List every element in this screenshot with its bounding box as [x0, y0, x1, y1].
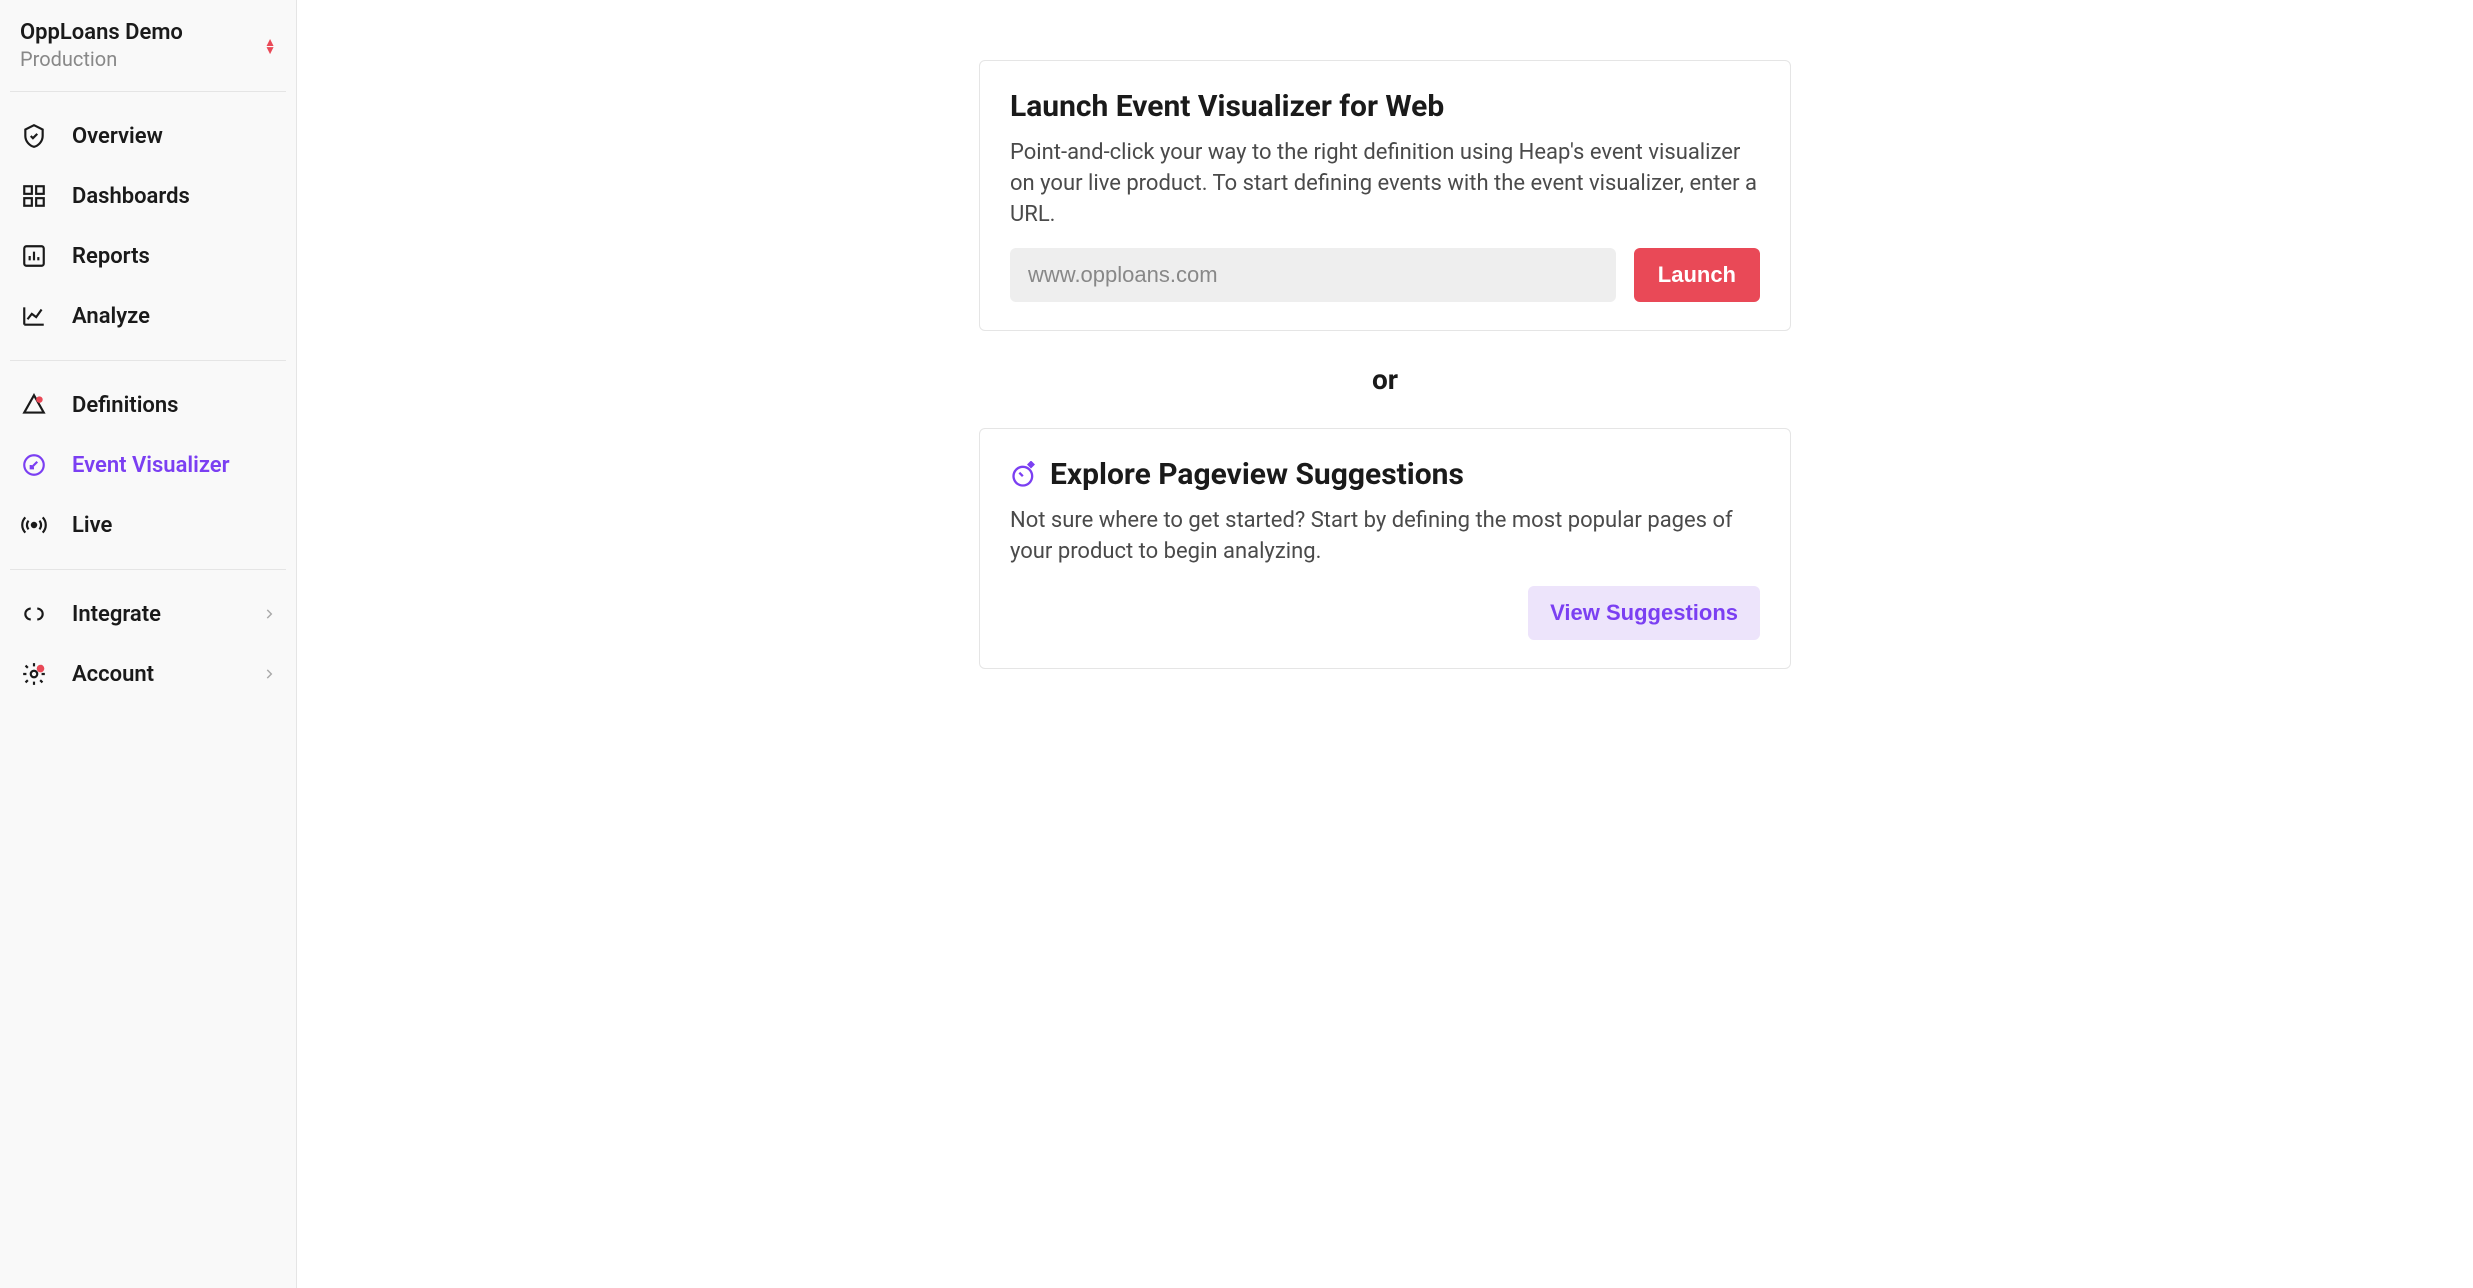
suggestions-title-text: Explore Pageview Suggestions	[1050, 457, 1464, 492]
trend-icon	[20, 302, 48, 330]
sidebar-item-event-visualizer[interactable]: Event Visualizer	[0, 435, 296, 495]
org-switcher[interactable]: OppLoans Demo Production ▲▼	[0, 20, 296, 91]
main-content: Launch Event Visualizer for Web Point-an…	[297, 0, 2473, 1288]
suggestions-card-title: Explore Pageview Suggestions	[1010, 457, 1760, 492]
launch-card-title: Launch Event Visualizer for Web	[1010, 89, 1760, 124]
sidebar-item-dashboards[interactable]: Dashboards	[0, 166, 296, 226]
suggestions-card: Explore Pageview Suggestions Not sure wh…	[979, 428, 1791, 669]
sidebar-item-label: Event Visualizer	[72, 453, 230, 478]
sidebar-item-label: Reports	[72, 244, 150, 269]
chevron-right-icon	[262, 607, 276, 621]
sidebar-item-label: Overview	[72, 124, 163, 149]
gear-icon	[20, 660, 48, 688]
sidebar-item-live[interactable]: Live	[0, 495, 296, 555]
launch-card: Launch Event Visualizer for Web Point-an…	[979, 60, 1791, 331]
bar-chart-icon	[20, 242, 48, 270]
sidebar-item-label: Account	[72, 662, 154, 687]
sidebar: OppLoans Demo Production ▲▼ Overview Das…	[0, 0, 297, 1288]
launch-url-input[interactable]	[1010, 248, 1616, 302]
broadcast-icon	[20, 511, 48, 539]
sidebar-item-integrate[interactable]: Integrate	[0, 584, 296, 644]
sidebar-item-label: Integrate	[72, 602, 161, 627]
launch-card-desc: Point-and-click your way to the right de…	[1010, 138, 1760, 230]
switcher-arrows-icon: ▲▼	[264, 38, 276, 54]
view-suggestions-button[interactable]: View Suggestions	[1528, 586, 1760, 640]
sidebar-item-analyze[interactable]: Analyze	[0, 286, 296, 346]
shield-icon	[20, 122, 48, 150]
link-icon	[20, 600, 48, 628]
org-name: OppLoans Demo	[20, 20, 183, 45]
launch-button[interactable]: Launch	[1634, 248, 1760, 302]
chevron-right-icon	[262, 667, 276, 681]
sidebar-item-account[interactable]: Account	[0, 644, 296, 704]
env-name: Production	[20, 47, 183, 71]
suggestions-card-desc: Not sure where to get started? Start by …	[1010, 506, 1760, 568]
sidebar-item-overview[interactable]: Overview	[0, 106, 296, 166]
sparkle-icon	[1010, 461, 1038, 489]
sidebar-item-label: Dashboards	[72, 184, 190, 209]
sidebar-item-label: Definitions	[72, 393, 178, 418]
sidebar-item-definitions[interactable]: Definitions	[0, 375, 296, 435]
grid-icon	[20, 182, 48, 210]
or-separator: or	[1372, 363, 1398, 396]
target-edit-icon	[20, 451, 48, 479]
sidebar-item-reports[interactable]: Reports	[0, 226, 296, 286]
prism-icon	[20, 391, 48, 419]
sidebar-item-label: Live	[72, 513, 112, 538]
sidebar-item-label: Analyze	[72, 304, 150, 329]
